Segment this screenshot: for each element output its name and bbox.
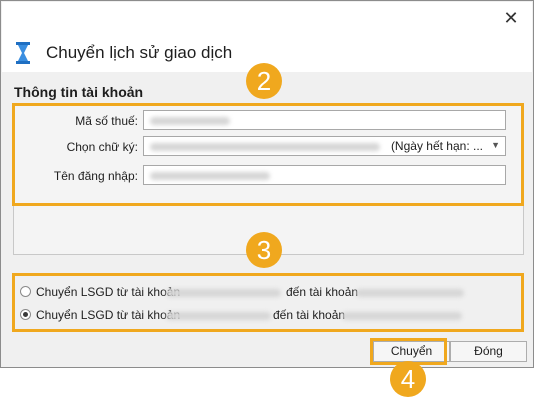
callout-badge-4: 4	[390, 361, 426, 397]
callout-badge-2: 2	[246, 63, 282, 99]
title-bar: ✕	[2, 2, 532, 34]
highlight-account-fields	[12, 103, 524, 206]
dialog-title: Chuyển lịch sử giao dịch	[46, 43, 233, 62]
close-button[interactable]: Đóng	[450, 341, 527, 362]
close-icon[interactable]: ✕	[498, 6, 524, 30]
account-info-heading: Thông tin tài khoản	[14, 84, 144, 100]
dialog-window: ✕ Chuyển lịch sử giao dịch Thông tin tài…	[0, 0, 534, 368]
highlight-transfer-options	[12, 273, 524, 332]
callout-badge-3: 3	[246, 232, 282, 268]
hourglass-icon	[16, 42, 30, 64]
